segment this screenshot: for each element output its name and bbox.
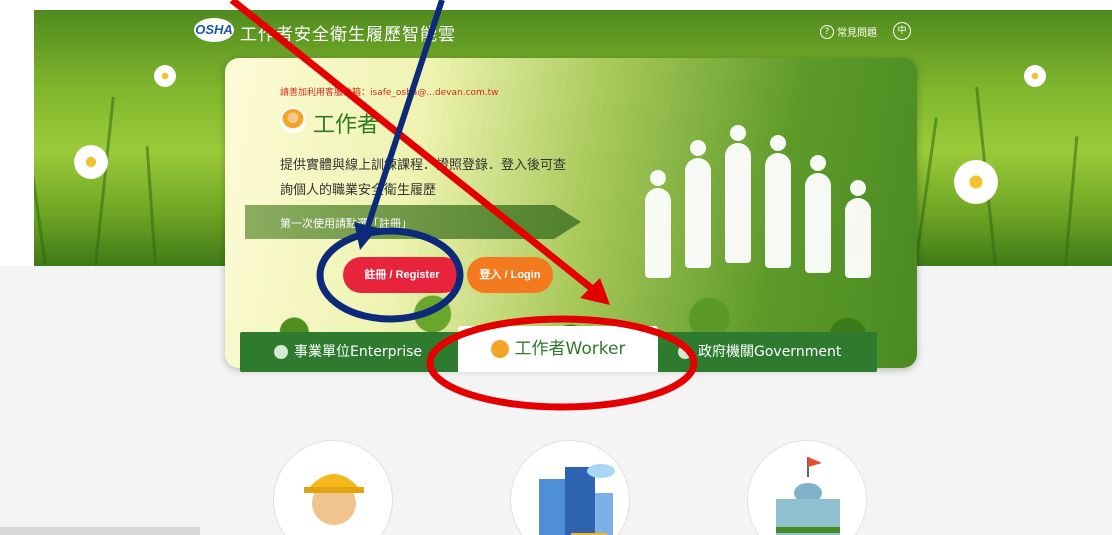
enterprise-icon xyxy=(274,345,288,359)
worker-role-circle[interactable] xyxy=(273,440,393,535)
language-switch[interactable]: 中 xyxy=(893,22,911,40)
status-bar xyxy=(0,527,200,535)
site-title: 工作者安全衛生履歷智能雲 xyxy=(240,25,456,45)
first-use-text: 第一次使用請點選「註冊」 xyxy=(280,217,412,230)
enterprise-role-circle[interactable] xyxy=(510,440,630,535)
page: OSHA 工作者安全衛生履歷智能雲 ? 常見問題 中 請善加利用客服信箱：isa… xyxy=(0,0,1112,535)
login-button[interactable]: 登入 / Login xyxy=(467,257,553,293)
question-icon: ? xyxy=(820,24,834,39)
daisy-decoration xyxy=(154,65,176,87)
role-description: 提供實體與線上訓練課程．證照登錄．登入後可查詢個人的職業安全衛生履歷 xyxy=(280,158,567,198)
tab-worker[interactable]: 工作者Worker xyxy=(458,326,658,372)
role-title: 工作者 xyxy=(313,113,380,138)
worker-helmet-icon xyxy=(304,474,364,525)
tab-government[interactable]: 政府機關Government xyxy=(678,332,841,372)
government-building-icon xyxy=(776,457,840,535)
worker-avatar-icon xyxy=(280,107,306,133)
daisy-decoration xyxy=(74,145,108,179)
tab-label: 工作者Worker xyxy=(514,339,626,359)
daisy-decoration xyxy=(954,160,998,204)
faq-link[interactable]: ? 常見問題 xyxy=(820,24,877,39)
tab-label: 政府機關Government xyxy=(698,344,842,360)
tab-label: 事業單位Enterprise xyxy=(294,344,423,360)
daisy-decoration xyxy=(1024,65,1046,87)
paper-people-illustration xyxy=(625,125,885,288)
osha-logo[interactable]: OSHA xyxy=(194,18,234,42)
support-email-notice: 請善加利用客服信箱：isafe_osha@...devan.com.tw xyxy=(280,88,499,98)
government-role-circle[interactable] xyxy=(747,440,867,535)
buildings-icon xyxy=(539,464,615,535)
tab-enterprise[interactable]: 事業單位Enterprise xyxy=(274,332,422,372)
worker-icon xyxy=(490,340,509,358)
faq-label: 常見問題 xyxy=(837,28,877,39)
register-button[interactable]: 註冊 / Register xyxy=(343,257,461,293)
government-icon xyxy=(678,345,692,359)
